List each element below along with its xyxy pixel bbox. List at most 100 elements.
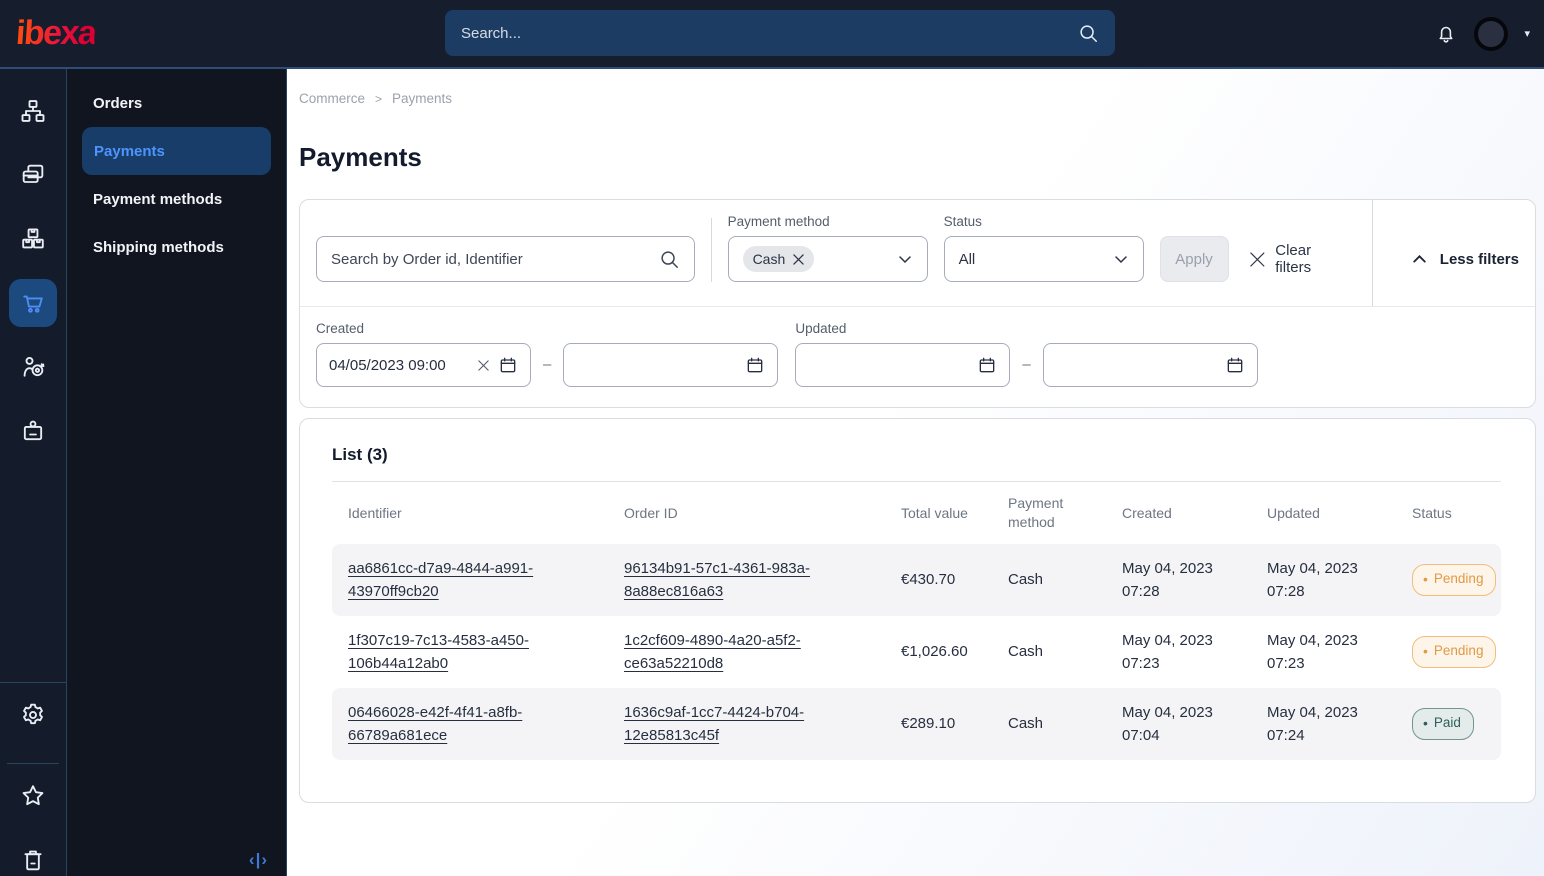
calendar-icon[interactable]	[977, 355, 997, 375]
main-content: Commerce > Payments Payments Payment m	[287, 69, 1544, 876]
calendar-icon[interactable]	[745, 355, 765, 375]
bell-icon[interactable]	[1434, 22, 1458, 46]
global-search-input[interactable]	[461, 24, 1077, 42]
payment-identifier-link[interactable]: 06466028-e42f-4f41-a8fb-66789a681ece	[348, 701, 570, 748]
collapse-sidebar-icon[interactable]: ‹|›	[249, 850, 268, 870]
updated-to-field[interactable]	[1042, 343, 1258, 387]
submenu-item-payment-methods[interactable]: Payment methods	[67, 175, 286, 223]
updated-to-input[interactable]	[1055, 356, 1217, 374]
list-title: List (3)	[332, 445, 388, 464]
breadcrumb-current: Payments	[392, 91, 453, 106]
divider	[7, 763, 59, 764]
created-from-field[interactable]	[316, 343, 531, 387]
sidebar-item-commerce[interactable]	[9, 279, 57, 327]
col-total-value: Total value	[901, 504, 968, 521]
breadcrumb-separator: >	[375, 91, 383, 106]
col-updated: Updated	[1267, 504, 1320, 521]
status-select[interactable]: All	[943, 236, 1144, 282]
global-search[interactable]	[445, 10, 1115, 56]
created-to-field[interactable]	[563, 343, 779, 387]
chevron-up-icon	[1413, 254, 1426, 263]
payment-method-select[interactable]: Cash	[727, 236, 928, 282]
table-row: aa6861cc-d7a9-4844-a991-43970ff9cb20 961…	[332, 544, 1501, 616]
created-cell: May 04, 2023 07:04	[1122, 703, 1213, 744]
created-cell: May 04, 2023 07:28	[1122, 559, 1213, 600]
caret-down-icon[interactable]: ▾	[1524, 27, 1530, 40]
payments-list-card: List (3) Identifier Order ID Total value…	[299, 418, 1536, 803]
chevron-down-icon	[898, 256, 911, 264]
table-body: aa6861cc-d7a9-4844-a991-43970ff9cb20 961…	[332, 544, 1501, 760]
ibexa-logo[interactable]: ibexa	[15, 14, 97, 53]
updated-cell: May 04, 2023 07:24	[1267, 703, 1358, 744]
updated-cell: May 04, 2023 07:28	[1267, 559, 1358, 600]
divider	[0, 682, 66, 683]
created-label: Created	[316, 321, 365, 336]
created-from-input[interactable]	[329, 356, 469, 374]
status-badge: Pending	[1412, 635, 1497, 669]
search-icon[interactable]	[658, 248, 680, 270]
payment-method-cell: Cash	[1008, 571, 1044, 589]
sidebar-item-trash[interactable]	[9, 836, 57, 876]
total-value-cell: €1,026.60	[901, 643, 968, 661]
chevron-down-icon	[1114, 256, 1127, 264]
order-search-input[interactable]	[331, 250, 658, 268]
top-bar: ibexa ▾	[0, 0, 1544, 69]
payment-identifier-link[interactable]: 1f307c19-7c13-4583-a450-106b44a12ab0	[348, 629, 570, 676]
sidebar-item-products[interactable]	[9, 215, 57, 263]
status-badge: Paid	[1412, 707, 1474, 741]
updated-from-input[interactable]	[808, 356, 970, 374]
total-value-cell: €430.70	[901, 571, 956, 589]
status-label: Status	[943, 214, 982, 229]
payment-method-cell: Cash	[1008, 715, 1044, 733]
breadcrumb-commerce[interactable]: Commerce	[299, 91, 365, 106]
status-selected-value: All	[958, 250, 976, 268]
status-badge: Pending	[1412, 563, 1497, 597]
total-value-cell: €289.10	[901, 715, 956, 733]
apply-button[interactable]: Apply	[1159, 236, 1229, 282]
less-filters-button[interactable]: Less filters	[1411, 236, 1519, 282]
table-header: Identifier Order ID Total value Payment …	[332, 482, 1501, 544]
range-dash: –	[1022, 356, 1031, 373]
payment-method-label: Payment method	[727, 214, 830, 229]
submenu-item-orders[interactable]: Orders	[67, 79, 286, 127]
commerce-submenu: Orders Payments Payment methods Shipping…	[67, 69, 287, 876]
col-payment-method: Payment method	[1008, 495, 1064, 530]
divider	[710, 218, 712, 282]
avatar[interactable]	[1474, 16, 1509, 51]
clear-filters-button[interactable]: Clear filters	[1249, 236, 1350, 282]
order-id-link[interactable]: 1c2cf609-4890-4a20-a5f2-ce63a52210d8	[624, 629, 846, 676]
order-id-link[interactable]: 96134b91-57c1-4361-983a-8a88ec816a63	[624, 557, 846, 604]
table-row: 06466028-e42f-4f41-a8fb-66789a681ece 163…	[332, 688, 1501, 760]
payment-method-chip: Cash	[742, 246, 815, 272]
col-identifier: Identifier	[348, 504, 402, 521]
sidebar-item-personalization[interactable]	[9, 343, 57, 391]
sidebar-item-settings[interactable]	[9, 691, 57, 739]
clear-x-icon	[1249, 251, 1264, 267]
calendar-icon[interactable]	[498, 355, 518, 375]
order-search-field[interactable]	[316, 236, 695, 282]
sidebar-item-pages[interactable]	[9, 151, 57, 199]
updated-cell: May 04, 2023 07:23	[1267, 631, 1358, 672]
order-id-link[interactable]: 1636c9af-1cc7-4424-b704-12e85813c45f	[624, 701, 846, 748]
remove-chip-icon[interactable]	[793, 253, 804, 265]
col-status: Status	[1412, 504, 1452, 521]
updated-from-field[interactable]	[795, 343, 1011, 387]
breadcrumb: Commerce > Payments	[299, 91, 1536, 106]
divider	[1371, 200, 1373, 306]
sidebar-item-customers[interactable]	[9, 407, 57, 455]
icon-rail	[0, 69, 67, 876]
page-title: Payments	[299, 142, 422, 172]
updated-label: Updated	[795, 321, 847, 336]
sidebar-item-content-structure[interactable]	[9, 87, 57, 135]
payment-method-cell: Cash	[1008, 643, 1044, 661]
search-icon[interactable]	[1077, 22, 1099, 44]
submenu-item-payments[interactable]: Payments	[82, 127, 271, 175]
clear-date-icon[interactable]	[477, 359, 490, 372]
payment-identifier-link[interactable]: aa6861cc-d7a9-4844-a991-43970ff9cb20	[348, 557, 570, 604]
created-cell: May 04, 2023 07:23	[1122, 631, 1213, 672]
range-dash: –	[543, 356, 552, 373]
submenu-item-shipping-methods[interactable]: Shipping methods	[67, 223, 286, 271]
created-to-input[interactable]	[576, 356, 738, 374]
sidebar-item-bookmarks[interactable]	[9, 772, 57, 820]
calendar-icon[interactable]	[1225, 355, 1245, 375]
